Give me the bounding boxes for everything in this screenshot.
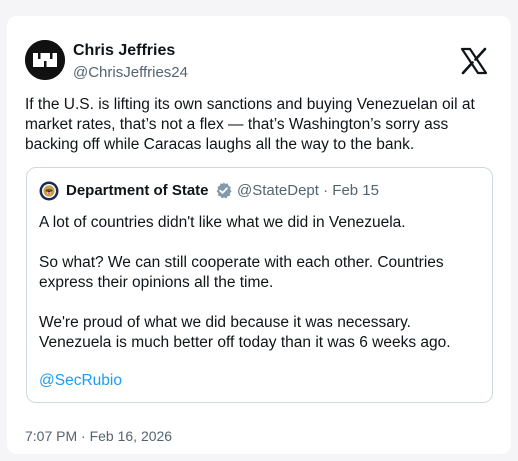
author-handle[interactable]: @ChrisJeffries24	[73, 63, 188, 83]
quoted-date[interactable]: Feb 15	[332, 182, 379, 199]
tweet-timestamp[interactable]: 7:07 PM · Feb 16, 2026	[25, 427, 172, 445]
x-logo-icon[interactable]	[459, 46, 489, 76]
avatar-logo-icon	[25, 40, 65, 80]
author-name[interactable]: Chris Jeffries	[73, 41, 175, 61]
mention-link[interactable]: @SecRubio	[39, 371, 479, 391]
meta-separator: ·	[323, 182, 329, 199]
quoted-paragraph: So what? We can still cooperate with eac…	[39, 254, 444, 291]
quoted-author-name[interactable]: Department of State	[66, 181, 209, 201]
quoted-tweet[interactable]: Department of State @StateDept · Feb 15 …	[26, 167, 493, 403]
quoted-meta: @StateDept · Feb 15	[237, 181, 379, 201]
quoted-author-handle[interactable]: @StateDept	[237, 182, 319, 199]
tweet-card: Chris Jeffries @ChrisJeffries24 If the U…	[7, 16, 511, 454]
state-department-seal-icon	[39, 181, 59, 201]
tweet-text: If the U.S. is lifting its own sanctions…	[25, 96, 475, 153]
quoted-paragraph: We're proud of what we did because it wa…	[39, 314, 451, 351]
quoted-paragraph: A lot of countries didn't like what we d…	[39, 214, 406, 231]
verified-badge-icon	[216, 182, 232, 199]
author-avatar[interactable]	[25, 40, 65, 80]
